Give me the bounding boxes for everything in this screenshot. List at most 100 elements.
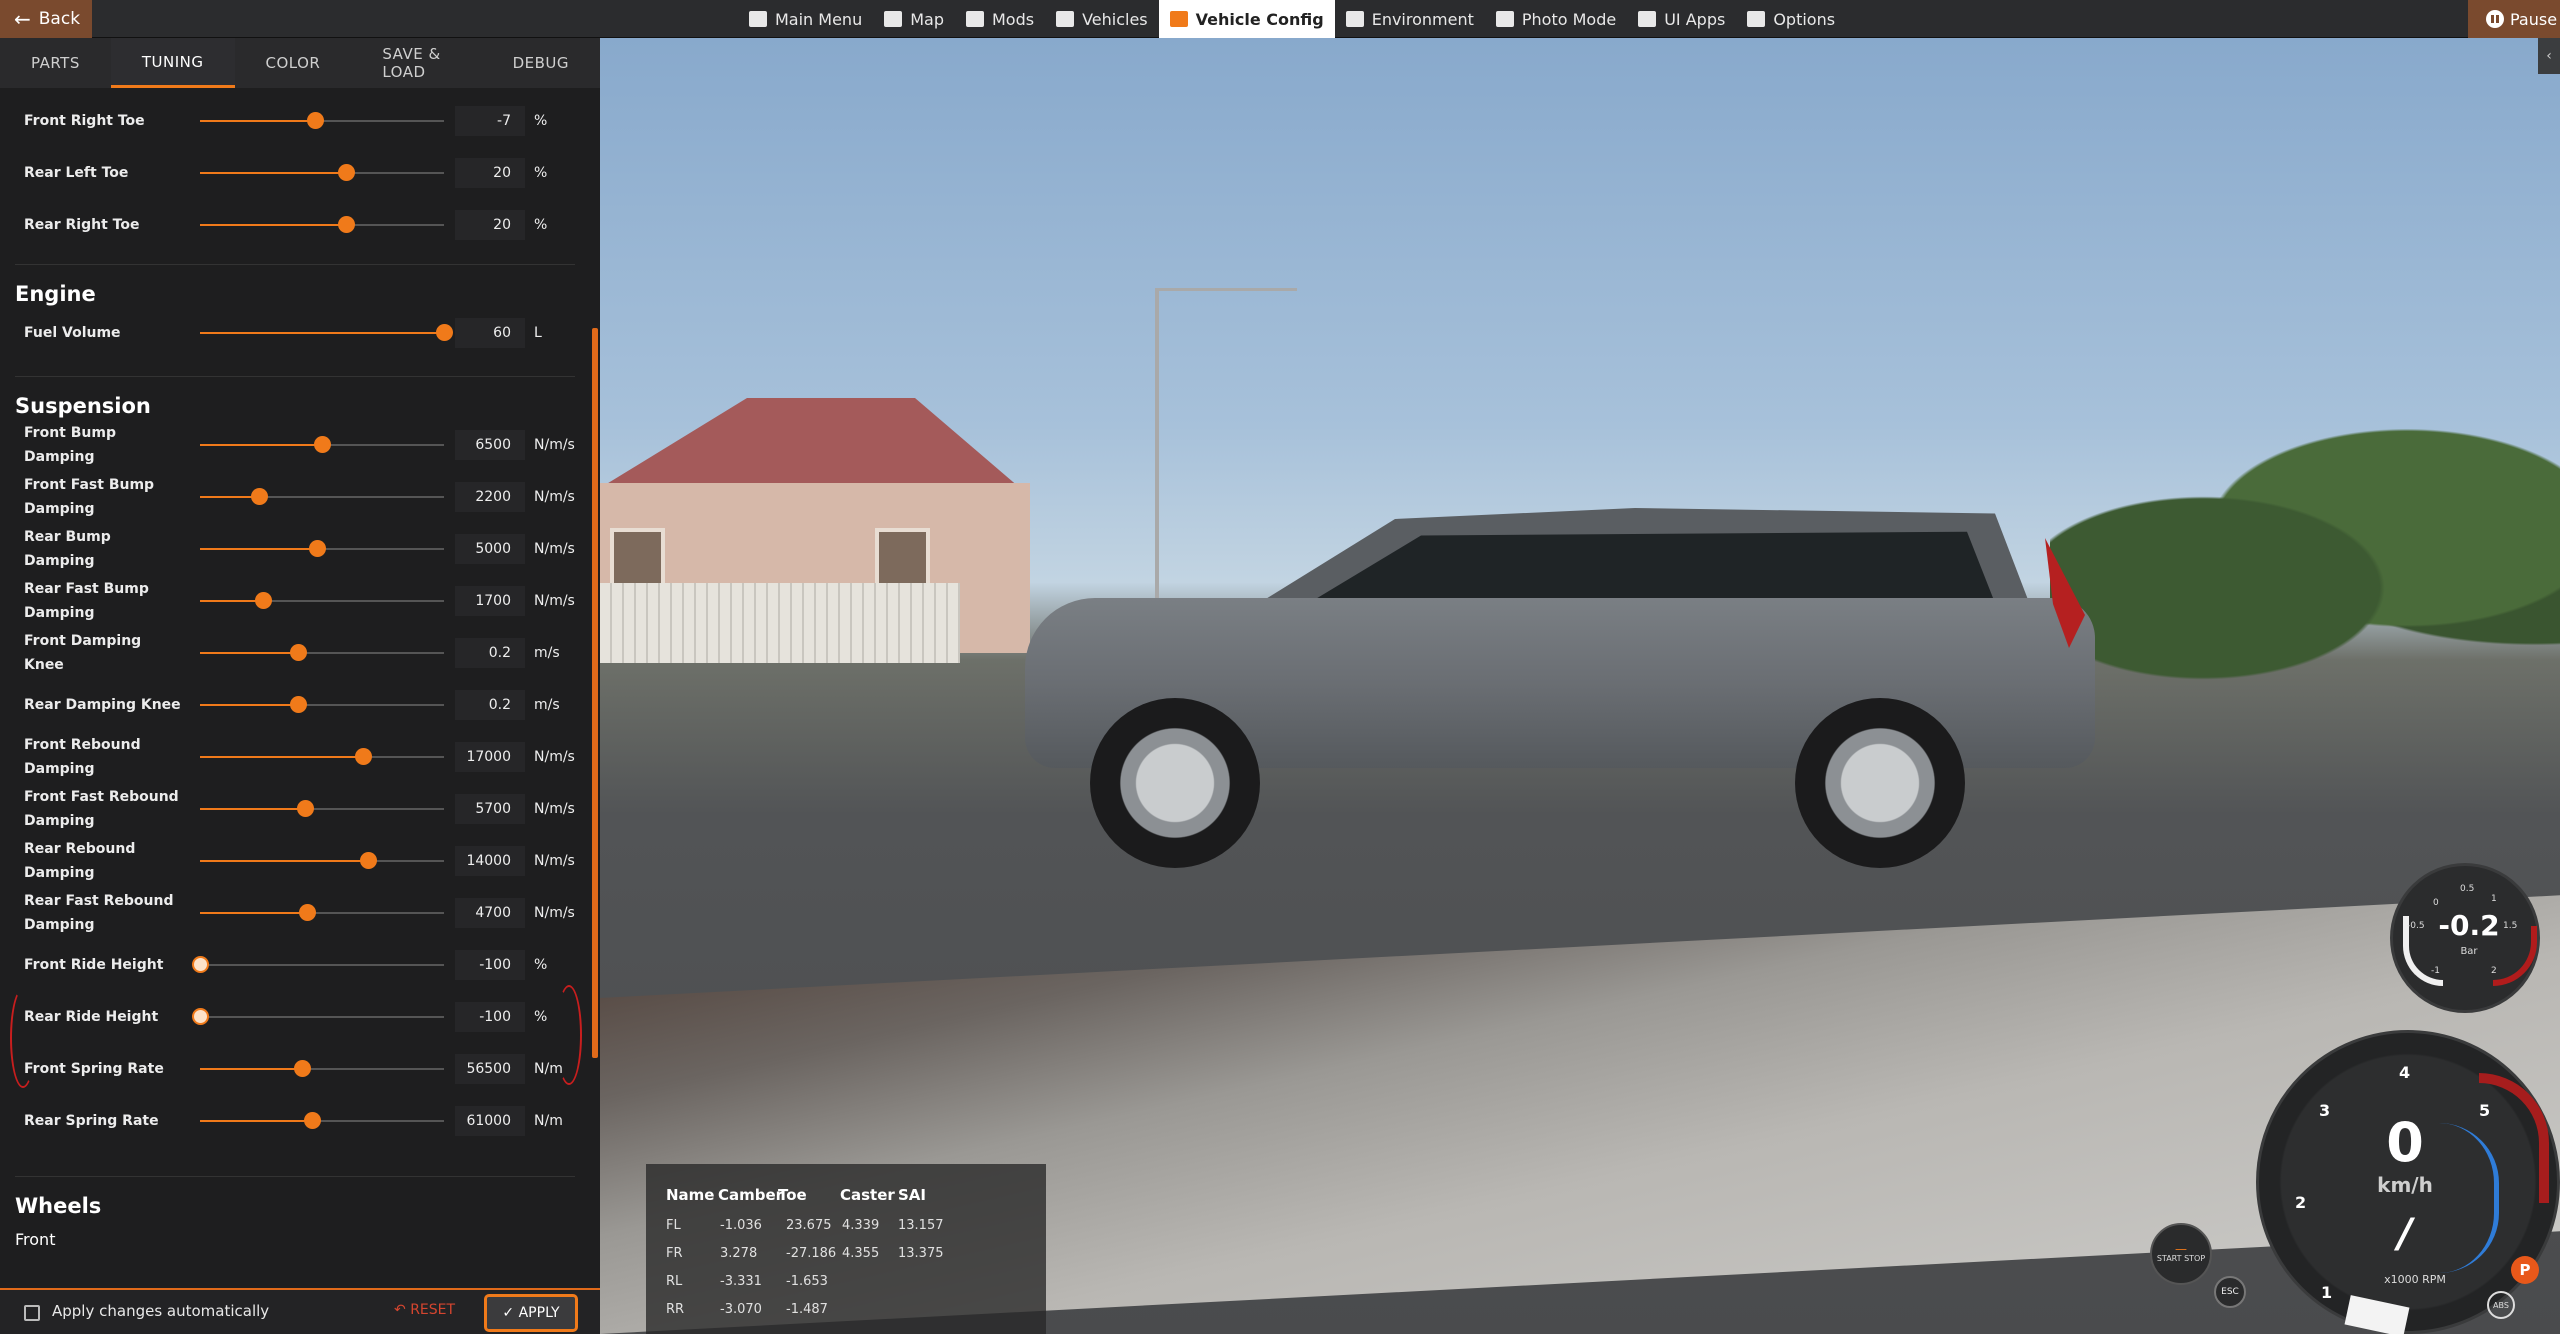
nav-vehicles[interactable]: Vehicles	[1045, 0, 1159, 38]
tuning-row: Rear Left Toe 20%	[0, 150, 580, 196]
tuning-value-input[interactable]: 61000	[455, 1106, 525, 1136]
tuning-slider[interactable]	[200, 1112, 444, 1129]
nav-ui-apps[interactable]: UI Apps	[1627, 0, 1736, 38]
slider-fill	[200, 172, 347, 174]
tuning-slider[interactable]	[200, 696, 444, 713]
slider-handle[interactable]	[355, 748, 373, 765]
nav-mods[interactable]: Mods	[955, 0, 1045, 38]
tuning-value-input[interactable]: 17000	[455, 742, 525, 772]
tuning-unit: N/m/s	[534, 905, 575, 921]
tuning-value-input[interactable]: 1700	[455, 586, 525, 616]
tuning-slider[interactable]	[200, 324, 453, 341]
tuning-row: Front Damping Knee 0.2 m/s	[0, 630, 580, 676]
slider-handle[interactable]	[360, 852, 378, 869]
panel-scrollbar[interactable]	[592, 328, 598, 1058]
tuning-slider[interactable]	[200, 904, 444, 921]
puzzle-icon	[965, 11, 984, 27]
tuning-row: Front Bump Damping 6500 N/m/s	[0, 422, 580, 468]
alignment-cell: RL	[666, 1274, 683, 1289]
tab-tuning[interactable]: TUNING	[110, 38, 235, 88]
tuning-label: Rear Fast Bump Damping	[24, 581, 149, 621]
tuning-value-input[interactable]: -100	[455, 1002, 525, 1032]
reset-button[interactable]: ↶ RESET	[394, 1302, 455, 1318]
tuning-slider[interactable]	[200, 540, 444, 557]
tuning-value-input[interactable]: 20	[455, 158, 525, 188]
slider-handle[interactable]	[338, 216, 356, 233]
tuning-value-input[interactable]: 5000	[455, 534, 525, 564]
tuning-value-input[interactable]: 56500	[455, 1054, 525, 1084]
slider-handle[interactable]	[306, 112, 324, 129]
game-viewport[interactable]: Name Camber Toe Caster SAI FL -1.036 23.675 4.33…	[600, 38, 2560, 1334]
tuning-slider[interactable]	[200, 1060, 444, 1077]
tuning-label: Front Ride Height	[24, 957, 164, 973]
tuning-value-input[interactable]: 0.2	[455, 638, 525, 668]
tuning-list[interactable]: Front Right Toe -7% Rear Left Toe 20% Rear R…	[0, 88, 590, 1288]
slider-fill	[200, 1120, 313, 1122]
tuning-value-input[interactable]: 2200	[455, 482, 525, 512]
tuning-value-input[interactable]: 4700	[455, 898, 525, 928]
slider-fill	[200, 912, 308, 914]
tab-parts[interactable]: PARTS	[0, 38, 111, 88]
tuning-slider[interactable]	[200, 436, 444, 453]
tuning-value-input[interactable]: 5700	[455, 794, 525, 824]
slider-handle[interactable]	[296, 800, 314, 817]
slider-handle[interactable]	[314, 436, 331, 453]
slider-handle[interactable]	[304, 1112, 322, 1129]
nav-vehicle-config[interactable]: Vehicle Config	[1158, 0, 1335, 38]
start-stop-button[interactable]: — START STOP	[2150, 1223, 2212, 1285]
house-window	[610, 528, 665, 588]
slider-handle[interactable]	[289, 696, 307, 713]
pause-button[interactable]: Pause	[2468, 0, 2560, 38]
slider-handle[interactable]	[294, 1060, 312, 1077]
slider-handle[interactable]	[338, 164, 356, 181]
tuning-value-input[interactable]: 6500	[455, 430, 525, 460]
tuning-value-input[interactable]: -100	[455, 950, 525, 980]
nav-options[interactable]: Options	[1736, 0, 1846, 38]
tuning-value-input[interactable]: 60	[455, 318, 525, 348]
slider-handle[interactable]	[192, 956, 209, 973]
slider-handle[interactable]	[255, 592, 273, 609]
tab-debug[interactable]: DEBUG	[482, 38, 600, 88]
tuning-value-input[interactable]: -7	[455, 106, 525, 136]
vehicle-config-panel: PARTS TUNING COLOR SAVE & LOAD DEBUG Fro…	[0, 38, 600, 1334]
tuning-slider[interactable]	[192, 956, 444, 973]
nav-main-menu[interactable]: Main Menu	[738, 0, 873, 38]
tuning-slider[interactable]	[200, 644, 444, 661]
back-button[interactable]: ← Back	[0, 0, 92, 38]
slider-handle[interactable]	[192, 1008, 209, 1025]
tuning-slider[interactable]	[200, 748, 444, 765]
nav-photo-mode[interactable]: Photo Mode	[1485, 0, 1627, 38]
slider-handle[interactable]	[289, 644, 307, 661]
tuning-label: Rear Left Toe	[24, 165, 129, 181]
main-menu-icon	[749, 11, 767, 27]
slider-fill	[200, 808, 305, 810]
tuning-slider[interactable]	[200, 800, 444, 817]
tuning-slider[interactable]	[200, 852, 444, 869]
tuning-slider[interactable]	[200, 164, 444, 181]
apply-button[interactable]: ✓ APPLY	[484, 1294, 578, 1332]
tuning-label: Front Bump Damping	[24, 425, 116, 465]
slider-handle[interactable]	[309, 540, 327, 557]
tuning-slider[interactable]	[200, 592, 444, 609]
tuning-value-input[interactable]: 20	[455, 210, 525, 240]
tab-save-load[interactable]: SAVE & LOAD	[351, 38, 481, 88]
esc-indicator: ESC	[2214, 1276, 2246, 1308]
nav-map[interactable]: Map	[873, 0, 955, 38]
boost-gauge: 0 0.5 1 1.5 2 -0.5 -1 -0.2 Bar	[2390, 863, 2540, 1013]
tuning-slider[interactable]	[200, 112, 444, 129]
tuning-unit: N/m/s	[534, 489, 575, 505]
nav-environment[interactable]: Environment	[1335, 0, 1485, 38]
tuning-value-input[interactable]: 0.2	[455, 690, 525, 720]
parking-brake-indicator: P	[2511, 1256, 2539, 1284]
tuning-slider[interactable]	[192, 1008, 444, 1025]
slider-handle[interactable]	[299, 904, 317, 921]
tab-color[interactable]: COLOR	[235, 38, 352, 88]
slider-handle[interactable]	[436, 324, 453, 341]
fence	[600, 583, 960, 663]
tuning-slider[interactable]	[200, 488, 444, 505]
auto-apply-checkbox[interactable]	[24, 1305, 40, 1321]
tuning-slider[interactable]	[200, 216, 444, 233]
slider-handle[interactable]	[250, 488, 268, 505]
chevron-left-icon[interactable]: ‹	[2538, 38, 2560, 74]
tuning-value-input[interactable]: 14000	[455, 846, 525, 876]
